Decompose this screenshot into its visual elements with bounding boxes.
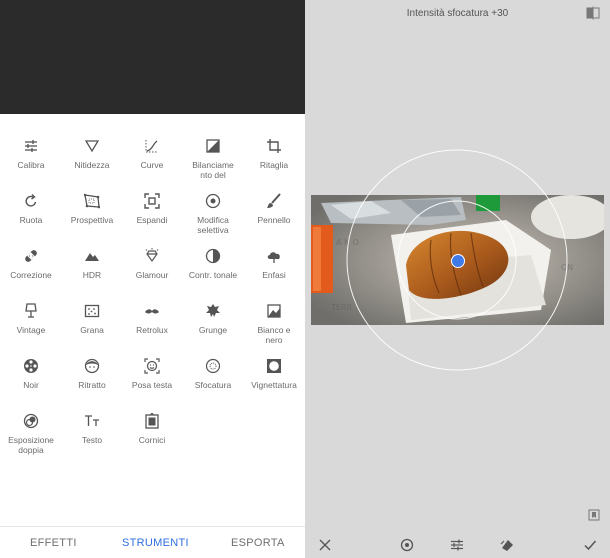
tool-label: Retrolux bbox=[136, 325, 168, 335]
tool-enfasi[interactable]: Enfasi bbox=[243, 238, 305, 288]
mustache-icon bbox=[144, 303, 160, 319]
svg-text:ON: ON bbox=[561, 263, 573, 272]
diamond-icon bbox=[144, 248, 160, 264]
tool-label: Contr. tonale bbox=[188, 270, 238, 280]
tool-ruota[interactable]: Ruota bbox=[0, 183, 62, 233]
tool-prospettiva[interactable]: Prospettiva bbox=[61, 183, 123, 233]
tool-label: Vignettatura bbox=[251, 380, 297, 390]
tool-ritratto[interactable]: Ritratto bbox=[61, 348, 123, 398]
tonal-contrast-icon bbox=[205, 248, 221, 264]
tool-glamour[interactable]: Glamour bbox=[121, 238, 183, 288]
tool-label: Bilanciame nto del bbox=[192, 160, 234, 180]
tab-strumenti[interactable]: STRUMENTI bbox=[122, 537, 189, 549]
adjustment-readout: Intensità sfocatura +30 bbox=[406, 8, 509, 19]
black-white-icon bbox=[266, 303, 282, 319]
tool-noir[interactable]: Noir bbox=[0, 348, 62, 398]
tab-effetti[interactable]: EFFETTI bbox=[30, 537, 77, 549]
sliders-icon bbox=[23, 138, 39, 154]
cloud-icon bbox=[266, 248, 282, 264]
tool-hdr[interactable]: HDR bbox=[61, 238, 123, 288]
tool-grana[interactable]: Grana bbox=[61, 293, 123, 343]
blur-center-handle[interactable] bbox=[451, 254, 465, 268]
tool-label: Posa testa bbox=[131, 380, 173, 390]
check-icon[interactable] bbox=[583, 538, 597, 552]
face-icon bbox=[84, 358, 100, 374]
tool-curve[interactable]: Curve bbox=[121, 128, 183, 178]
tool-label: Espandi bbox=[136, 215, 168, 225]
tool-bilanciamento[interactable]: Bilanciame nto del bbox=[182, 128, 244, 180]
selective-icon bbox=[205, 193, 221, 209]
editor-panel: Intensità sfocatura +30 A N O TERR ON bbox=[305, 0, 610, 558]
crop-icon bbox=[266, 138, 282, 154]
target-icon[interactable] bbox=[400, 538, 414, 552]
bookmark-icon[interactable] bbox=[588, 508, 600, 521]
tool-sfocatura[interactable]: Sfocatura bbox=[182, 348, 244, 398]
tool-nitidezza[interactable]: Nitidezza bbox=[61, 128, 123, 178]
tool-modifica-selettiva[interactable]: Modifica selettiva bbox=[182, 183, 244, 235]
tool-ritaglia[interactable]: Ritaglia bbox=[243, 128, 305, 178]
tool-label: Cornici bbox=[138, 435, 166, 445]
tool-grunge[interactable]: Grunge bbox=[182, 293, 244, 343]
style-icon[interactable] bbox=[500, 538, 514, 552]
tab-esporta[interactable]: ESPORTA bbox=[231, 537, 285, 549]
close-icon[interactable] bbox=[318, 538, 332, 552]
face-frame-icon bbox=[144, 358, 160, 374]
tool-label: Ritaglia bbox=[259, 160, 289, 170]
tool-bianco-nero[interactable]: Bianco e nero bbox=[243, 293, 305, 345]
tool-posa-testa[interactable]: Posa testa bbox=[121, 348, 183, 398]
svg-text:A N O: A N O bbox=[336, 238, 359, 247]
mountains-icon bbox=[84, 248, 100, 264]
rotate-icon bbox=[23, 193, 39, 209]
tool-espandi[interactable]: Espandi bbox=[121, 183, 183, 233]
tool-contr-tonale[interactable]: Contr. tonale bbox=[182, 238, 244, 288]
double-exposure-icon bbox=[23, 413, 39, 429]
tool-cornici[interactable]: Cornici bbox=[121, 403, 183, 453]
expand-icon bbox=[144, 193, 160, 209]
grain-icon bbox=[84, 303, 100, 319]
triangle-down-icon bbox=[84, 138, 100, 154]
tool-label: Glamour bbox=[135, 270, 169, 280]
lamp-icon bbox=[23, 303, 39, 319]
editor-toolbar bbox=[305, 530, 610, 558]
tool-vintage[interactable]: Vintage bbox=[0, 293, 62, 343]
tool-esposizione-doppia[interactable]: Esposizione doppia bbox=[0, 403, 62, 455]
svg-text:TERR: TERR bbox=[330, 303, 353, 312]
tool-label: Sfocatura bbox=[194, 380, 232, 390]
tool-pennello[interactable]: Pennello bbox=[243, 183, 305, 233]
compare-icon[interactable] bbox=[586, 6, 600, 20]
tool-label: Pennello bbox=[257, 215, 291, 225]
bottom-navigation: EFFETTI STRUMENTI ESPORTA bbox=[0, 526, 305, 558]
tool-label: Grunge bbox=[198, 325, 228, 335]
tool-label: Modifica selettiva bbox=[197, 215, 229, 235]
image-preview-area bbox=[0, 0, 305, 114]
white-balance-icon bbox=[205, 138, 221, 154]
lens-blur-icon bbox=[205, 358, 221, 374]
vignette-icon bbox=[266, 358, 282, 374]
tool-correzione[interactable]: Correzione bbox=[0, 238, 62, 288]
curve-icon bbox=[144, 138, 160, 154]
tool-label: Curve bbox=[140, 160, 164, 170]
tool-testo[interactable]: Testo bbox=[61, 403, 123, 453]
film-reel-icon bbox=[23, 358, 39, 374]
sliders-icon[interactable] bbox=[450, 538, 464, 552]
tool-retrolux[interactable]: Retrolux bbox=[121, 293, 183, 343]
tools-panel: Calibra Nitidezza Curve Bilanciame nto d… bbox=[0, 0, 305, 558]
frame-icon bbox=[144, 413, 160, 429]
tool-label: Bianco e nero bbox=[257, 325, 291, 345]
tool-vignettatura[interactable]: Vignettatura bbox=[243, 348, 305, 398]
text-icon bbox=[84, 413, 100, 429]
bandage-icon bbox=[23, 248, 39, 264]
grunge-icon bbox=[205, 303, 221, 319]
tool-label: Enfasi bbox=[262, 270, 286, 280]
tool-calibra[interactable]: Calibra bbox=[0, 128, 62, 178]
perspective-icon bbox=[84, 193, 100, 209]
brush-icon bbox=[266, 193, 282, 209]
